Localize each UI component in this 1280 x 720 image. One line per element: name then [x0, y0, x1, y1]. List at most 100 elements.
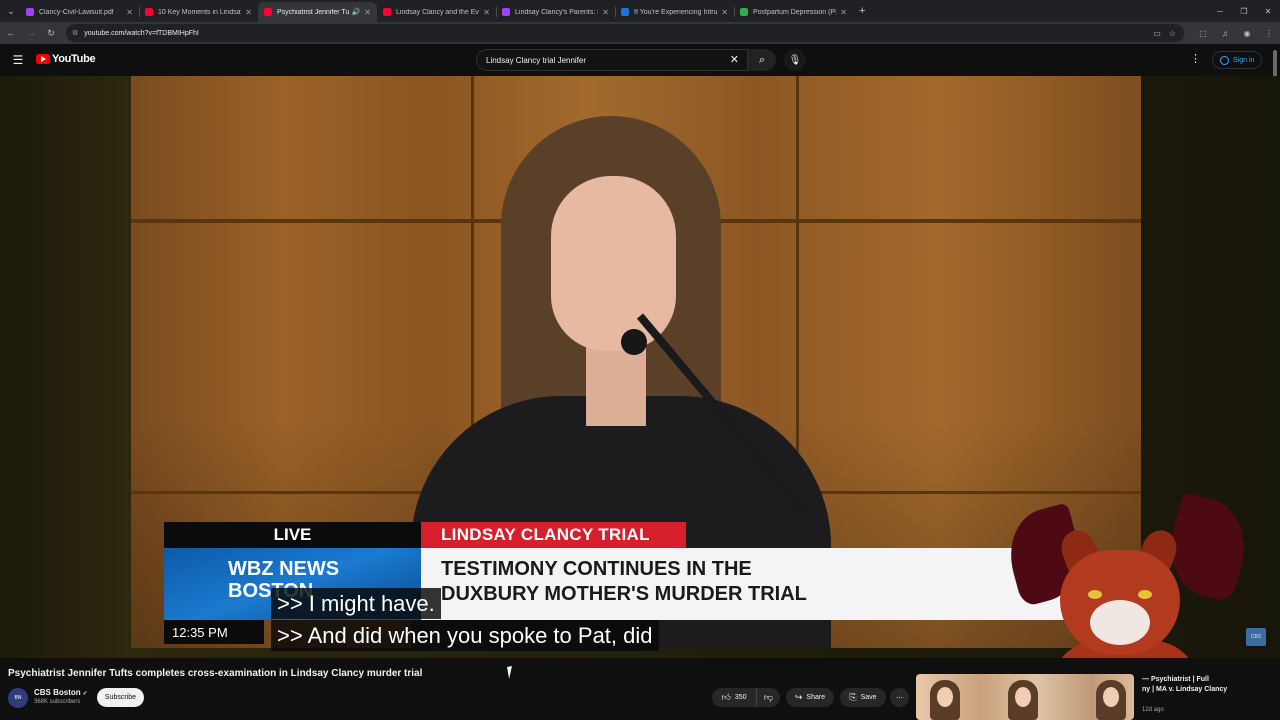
- account-icon: [1220, 55, 1229, 65]
- subscribe-button[interactable]: Subscribe: [97, 688, 144, 707]
- site-info-icon[interactable]: ⚙: [72, 29, 78, 37]
- browser-menu-icon[interactable]: ⋮: [1258, 24, 1280, 42]
- avatar-muzzle: [1090, 600, 1150, 645]
- save-label: Save: [860, 694, 877, 701]
- profile-icon[interactable]: ◉: [1236, 24, 1258, 42]
- verified-check-icon: ✔: [82, 691, 88, 697]
- station-name-line1: WBZ NEWS: [228, 558, 340, 580]
- audio-playing-icon[interactable]: 🔊: [352, 8, 361, 16]
- trial-label: LINDSAY CLANCY TRIAL: [421, 522, 686, 548]
- browser-tab[interactable]: Postpartum Depression (PPD): ✕: [734, 2, 853, 22]
- thumbnail-face: [1096, 680, 1126, 720]
- browser-tab[interactable]: Lindsay Clancy and the Eviden ✕: [377, 2, 496, 22]
- tab-close-icon[interactable]: ✕: [483, 8, 490, 17]
- youtube-favicon-icon: [145, 8, 153, 16]
- forward-icon[interactable]: →: [22, 24, 40, 42]
- thumbs-down-icon: 👎︎: [763, 692, 774, 702]
- like-count: 350: [734, 694, 747, 701]
- site-favicon-icon: [502, 8, 510, 16]
- cbs-watermark-badge: CBS: [1246, 628, 1266, 646]
- tab-label: If You're Experiencing Intrusiv: [634, 8, 718, 16]
- tab-close-icon[interactable]: ✕: [840, 8, 847, 17]
- address-bar[interactable]: ⚙ youtube.com/watch?v=fTDBMIHpFhI ▭ ☆: [66, 24, 1184, 42]
- tab-close-icon[interactable]: ✕: [245, 8, 252, 17]
- browser-tab-active[interactable]: Psychiatrist Jennifer Tufts c 🔊 ✕: [258, 2, 377, 22]
- tab-label: 10 Key Moments in Lindsay Cla: [158, 8, 241, 16]
- browser-tab[interactable]: Lindsay Clancy's Parents: $1 Mi ✕: [496, 2, 615, 22]
- pdf-favicon-icon: [26, 8, 34, 16]
- site-favicon-icon: [740, 8, 748, 16]
- recommended-video-title[interactable]: — Psychiatrist | Full ny | MA v. Lindsay…: [1142, 675, 1262, 695]
- close-window-icon[interactable]: ✕: [1256, 0, 1280, 22]
- browser-toolbar: ← → ↻ ⚙ youtube.com/watch?v=fTDBMIHpFhI …: [0, 22, 1280, 44]
- media-controls-icon[interactable]: ♫: [1214, 24, 1236, 42]
- new-tab-icon[interactable]: +: [859, 5, 865, 17]
- cast-icon[interactable]: ▭: [1153, 29, 1161, 38]
- tab-label: Clancy-Civil-Lawsuit.pdf: [39, 8, 114, 16]
- sign-in-label: Sign in: [1233, 56, 1255, 64]
- avatar-eye: [1088, 590, 1102, 599]
- minimize-icon[interactable]: ─: [1208, 0, 1232, 22]
- tab-close-icon[interactable]: ✕: [364, 8, 371, 17]
- channel-name-text: CBS Boston: [34, 688, 81, 697]
- recommended-video-thumbnail[interactable]: [916, 674, 1134, 720]
- thumbnail-face: [1008, 680, 1038, 720]
- bookmark-icon: ⎘: [849, 692, 857, 702]
- microphone-head: [621, 329, 647, 355]
- more-actions-icon[interactable]: ⋯: [890, 688, 909, 707]
- settings-more-icon[interactable]: ⋮: [1190, 52, 1201, 65]
- site-favicon-icon: [621, 8, 629, 16]
- thumbs-up-icon: 👍︎: [721, 692, 731, 702]
- tab-close-icon[interactable]: ✕: [126, 8, 133, 17]
- reload-icon[interactable]: ↻: [42, 24, 60, 42]
- thumbnail-face: [930, 680, 960, 720]
- browser-tab-bar: ⌄ Clancy-Civil-Lawsuit.pdf ✕ 10 Key Mome…: [0, 0, 1280, 22]
- search-icon[interactable]: ⌕: [748, 49, 776, 71]
- like-button[interactable]: 👍︎ 350: [712, 688, 756, 707]
- dislike-button[interactable]: 👎︎: [756, 688, 780, 707]
- browser-tab[interactable]: If You're Experiencing Intrusiv ✕: [615, 2, 734, 22]
- youtube-play-icon: [36, 54, 50, 64]
- search-input[interactable]: Lindsay Clancy trial Jennifer ✕: [476, 49, 748, 71]
- recommended-video-meta: 12d ago: [1142, 707, 1164, 713]
- share-arrow-icon: ↪: [794, 692, 803, 702]
- broadcast-time: 12:35 PM: [164, 620, 264, 644]
- youtube-logo[interactable]: YouTube: [36, 53, 96, 65]
- tab-search-icon[interactable]: ⌄: [2, 2, 20, 20]
- channel-avatar[interactable]: BN: [8, 688, 28, 708]
- sign-in-button[interactable]: Sign in: [1212, 51, 1263, 69]
- video-player[interactable]: LIVE LINDSAY CLANCY TRIAL WBZ NEWS BOSTO…: [0, 76, 1280, 658]
- tab-close-icon[interactable]: ✕: [721, 8, 728, 17]
- share-button[interactable]: ↪ Share: [786, 688, 834, 707]
- channel-name[interactable]: CBS Boston ✔: [34, 688, 88, 697]
- subscriber-count: 368K subscribers: [34, 699, 81, 705]
- headline-line2: DUXBURY MOTHER'S MURDER TRIAL: [441, 583, 807, 605]
- recommended-title-line1: — Psychiatrist | Full: [1142, 676, 1209, 683]
- search-query-text: Lindsay Clancy trial Jennifer: [486, 55, 587, 65]
- browser-tab[interactable]: Clancy-Civil-Lawsuit.pdf ✕: [20, 2, 139, 22]
- caption-line: >> And did when you spoke to Pat, did: [271, 620, 659, 651]
- recommended-title-line2: ny | MA v. Lindsay Clancy: [1142, 686, 1228, 693]
- youtube-wordmark: YouTube: [52, 53, 96, 65]
- tab-label: Lindsay Clancy and the Eviden: [396, 8, 479, 16]
- live-label: LIVE: [164, 522, 421, 548]
- bookmark-star-icon[interactable]: ☆: [1169, 29, 1176, 38]
- youtube-header: ☰ YouTube Lindsay Clancy trial Jennifer …: [0, 44, 1280, 76]
- extensions-icon[interactable]: ⬚: [1192, 24, 1214, 42]
- microphone-icon[interactable]: 🎙: [784, 49, 806, 71]
- clear-search-icon[interactable]: ✕: [730, 53, 739, 66]
- video-title: Psychiatrist Jennifer Tufts completes cr…: [8, 668, 423, 679]
- share-label: Share: [806, 694, 826, 701]
- witness-face: [551, 176, 676, 351]
- save-button[interactable]: ⎘ Save: [840, 688, 886, 707]
- browser-tab[interactable]: 10 Key Moments in Lindsay Cla ✕: [139, 2, 258, 22]
- hamburger-menu-icon[interactable]: ☰: [10, 52, 26, 68]
- url-text: youtube.com/watch?v=fTDBMIHpFhI: [84, 29, 199, 37]
- video-frame[interactable]: LIVE LINDSAY CLANCY TRIAL WBZ NEWS BOSTO…: [131, 76, 1141, 648]
- avatar-eye: [1138, 590, 1152, 599]
- back-icon[interactable]: ←: [2, 24, 20, 42]
- tab-label: Postpartum Depression (PPD):: [753, 8, 836, 16]
- restore-icon[interactable]: ❐: [1232, 0, 1256, 22]
- tab-label: Psychiatrist Jennifer Tufts c: [277, 8, 349, 16]
- tab-close-icon[interactable]: ✕: [602, 8, 609, 17]
